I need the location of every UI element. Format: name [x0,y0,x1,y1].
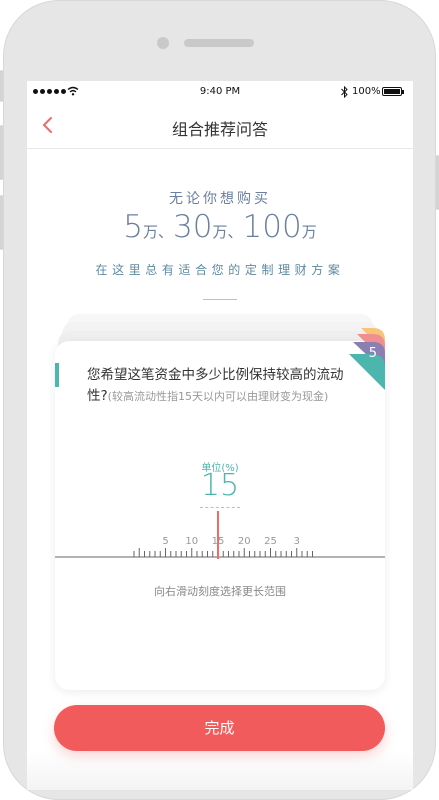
amount-unit: 万 [301,223,317,241]
battery-icon [382,87,404,96]
front-camera [157,37,169,49]
percentage-ruler-slider[interactable]: 5101520253 [55,521,385,571]
amount-value: 30 [173,209,213,245]
bottom-fade [27,751,413,790]
volume-up-button [0,125,3,180]
status-bar: 9:40 PM 100% [27,81,413,103]
hero-divider [203,299,237,300]
amount-unit: 万、 [212,223,243,241]
question-accent-bar [55,363,59,387]
bluetooth-icon [341,86,348,98]
phone-frame: 9:40 PM 100% 组合推荐问答 无论你想购买 5万、30万、100万 在… [0,0,439,800]
value-underline [200,507,240,508]
page-title: 组合推荐问答 [171,120,268,139]
ruler-label: 25 [264,536,277,547]
selected-value: 15 [200,468,240,503]
amount-value: 5 [123,209,144,245]
hero-tagline: 无论你想购买 [169,191,271,207]
volume-down-button [0,195,3,250]
amount-value: 100 [242,209,302,245]
battery-percentage: 100% [352,86,381,97]
earpiece-speaker [184,39,254,47]
ruler-label: 5 [162,536,168,547]
question-hint: (较高流动性指15天以内可以由理财变为现金) [107,390,329,403]
question-card: 5 您希望这笔资金中多少比例保持较高的流动性?(较高流动性指15天以内可以由理财… [55,328,385,690]
done-button[interactable]: 完成 [54,705,385,751]
ruler-instruction: 向右滑动刻度选择更长范围 [154,585,286,598]
mute-switch [0,70,3,102]
amount-unit: 万、 [143,223,174,241]
navigation-bar: 组合推荐问答 [27,103,413,149]
ruler-label: 20 [238,536,251,547]
ruler-label: 10 [185,536,198,547]
hero-amounts: 5万、30万、100万 [27,209,413,245]
step-number: 5 [368,346,377,361]
app-screen: 9:40 PM 100% 组合推荐问答 无论你想购买 5万、30万、100万 在… [27,81,413,790]
ruler-pointer[interactable] [217,511,219,559]
hero-subtitle: 在这里总有适合您的定制理财方案 [95,263,345,277]
ruler-label: 3 [294,536,300,547]
question-text: 您希望这笔资金中多少比例保持较高的流动性?(较高流动性指15天以内可以由理财变为… [87,365,357,407]
